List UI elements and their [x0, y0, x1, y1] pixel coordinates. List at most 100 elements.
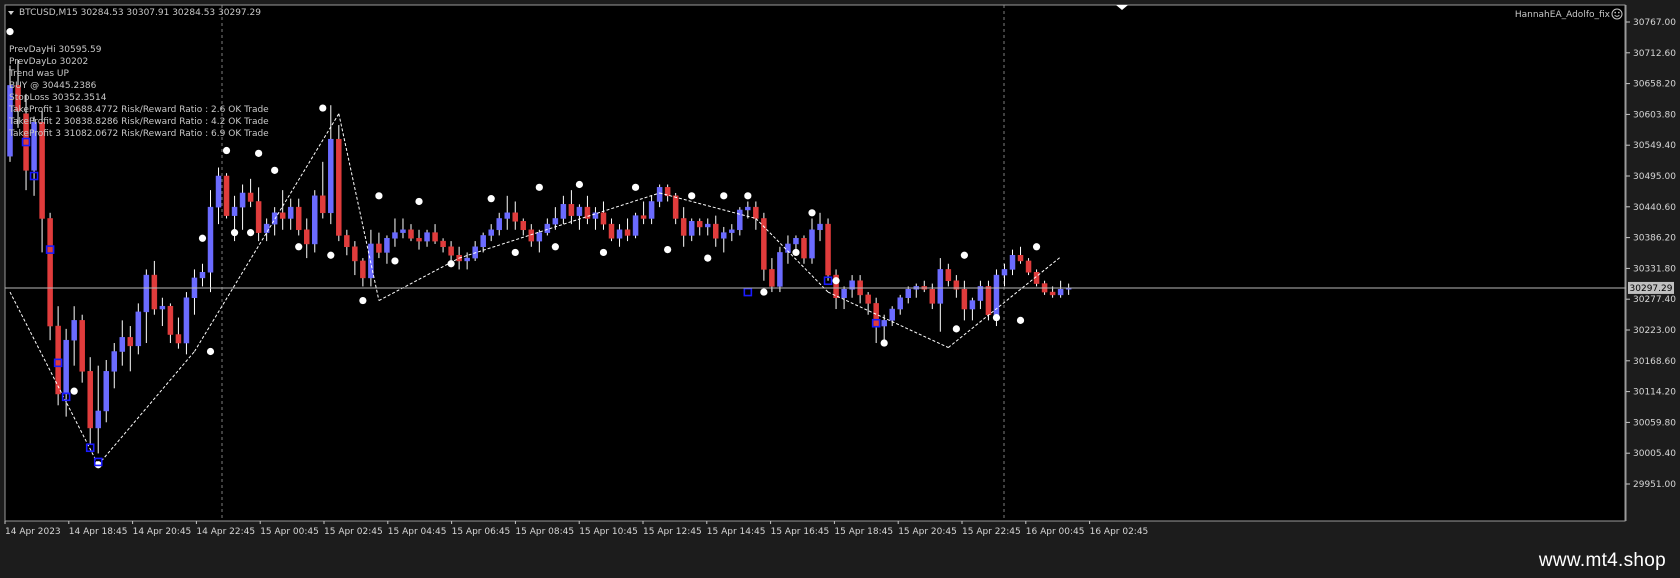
bear-candle: [223, 175, 230, 216]
fractal-dot: [391, 257, 399, 265]
bull-candle: [552, 218, 559, 225]
bull-candle: [231, 206, 238, 216]
fractal-dot: [319, 104, 327, 112]
bear-candle: [79, 320, 85, 372]
fractal-dot: [992, 313, 1001, 322]
bear-candle: [87, 371, 93, 429]
bear-candle: [961, 288, 968, 310]
price-tick-label: 30712.60: [1633, 49, 1676, 59]
bull-candle: [183, 297, 190, 344]
time-tick-label: 15 Apr 06:45: [452, 527, 511, 537]
time-tick-label: 14 Apr 20:45: [133, 527, 192, 537]
bull-candle: [1057, 288, 1064, 296]
bull-candle: [616, 229, 623, 239]
fractal-dot: [487, 195, 495, 203]
fractal-dot: [952, 325, 960, 333]
bull-candle: [488, 229, 494, 236]
bear-candle: [680, 218, 687, 236]
bull-candle: [977, 286, 984, 301]
time-tick-label: 15 Apr 04:45: [388, 527, 447, 537]
bull-candle: [721, 232, 727, 239]
bear-candle: [175, 334, 182, 344]
time-tick-label: 14 Apr 2023: [5, 527, 61, 537]
bull-candle: [143, 274, 150, 313]
bear-candle: [769, 269, 775, 287]
bull-candle: [63, 339, 69, 395]
time-tick-label: 15 Apr 02:45: [324, 527, 383, 537]
price-tick-label: 30386.20: [1633, 234, 1676, 244]
time-tick-label: 15 Apr 00:45: [260, 527, 319, 537]
bull-candle: [328, 138, 334, 214]
price-tick-label: 30603.80: [1633, 110, 1676, 120]
bull-candle: [793, 238, 799, 245]
bull-candle: [688, 221, 695, 236]
bull-candle: [312, 195, 318, 245]
bear-candle: [416, 238, 422, 242]
bear-candle: [624, 229, 631, 236]
bear-candle: [352, 246, 358, 262]
fractal-dot: [375, 192, 383, 200]
info-takeprofit-3: TakeProfit 3 31082.0672 Risk/Reward Rati…: [8, 129, 269, 139]
bull-candle: [656, 187, 663, 202]
fractal-dot: [832, 277, 840, 285]
bear-candle: [440, 240, 446, 248]
bull-candle: [111, 351, 118, 372]
bear-candle: [600, 212, 607, 225]
bear-candle: [865, 294, 871, 304]
time-tick-label: 15 Apr 18:45: [834, 527, 893, 537]
time-tick-label: 15 Apr 14:45: [707, 527, 766, 537]
bull-candle: [969, 300, 976, 310]
price-tick-label: 30059.80: [1633, 418, 1676, 428]
bull-candle: [536, 232, 543, 242]
chart-plot-area[interactable]: [4, 4, 1626, 522]
fractal-dot: [271, 166, 279, 174]
info-trend: Trend was UP: [8, 69, 70, 79]
bull-candle: [464, 257, 470, 262]
fractal-dot: [960, 251, 968, 259]
bull-candle: [71, 320, 77, 341]
fractal-dot: [511, 248, 519, 257]
price-tick-label: 30223.00: [1633, 326, 1676, 336]
bull-candle: [480, 235, 486, 248]
bear-candle: [47, 218, 53, 327]
bear-candle: [408, 229, 414, 239]
price-tick-label: 30331.80: [1633, 264, 1676, 274]
bear-candle: [279, 212, 286, 219]
bull-candle: [392, 232, 398, 239]
time-tick-label: 15 Apr 16:45: [771, 527, 830, 537]
bear-candle: [753, 206, 759, 219]
bull-candle: [648, 201, 655, 219]
bull-candle: [632, 215, 639, 236]
bull-candle: [400, 229, 406, 233]
price-tick-label: 30767.00: [1633, 18, 1676, 28]
price-chart[interactable]: 30767.00 30712.60 30658.20 30603.80 30549.40…: [0, 0, 1680, 578]
fractal-dot: [359, 296, 367, 305]
bear-candle: [255, 201, 262, 233]
bear-candle: [167, 305, 174, 335]
bull-candle: [841, 288, 847, 298]
bull-candle: [263, 223, 270, 233]
fractal-dot: [1016, 316, 1025, 324]
bear-candle: [1017, 255, 1024, 262]
time-tick-label: 15 Apr 12:45: [643, 527, 702, 537]
bull-candle: [544, 223, 551, 233]
fractal-dot: [6, 28, 14, 36]
bear-candle: [528, 229, 535, 242]
bull-candle: [1009, 255, 1016, 270]
price-tick-label: 30168.60: [1633, 357, 1676, 367]
bull-candle: [817, 223, 823, 231]
fractal-dot: [808, 209, 816, 217]
bull-candle: [384, 238, 390, 253]
info-takeprofit-2: TakeProfit 2 30838.8286 Risk/Reward Rati…: [8, 117, 269, 127]
bear-candle: [608, 223, 615, 239]
bear-candle: [640, 215, 647, 219]
bull-candle: [504, 212, 510, 219]
time-tick-label: 14 Apr 22:45: [196, 527, 255, 537]
fractal-dot: [704, 254, 712, 262]
bull-candle: [737, 209, 743, 231]
bull-candle: [729, 229, 735, 233]
price-tick-label: 30658.20: [1633, 80, 1676, 90]
bull-candle: [424, 232, 430, 242]
bull-candle: [560, 204, 567, 219]
expert-advisor-label: HannahEA_Adolfo_fix: [1515, 10, 1611, 20]
